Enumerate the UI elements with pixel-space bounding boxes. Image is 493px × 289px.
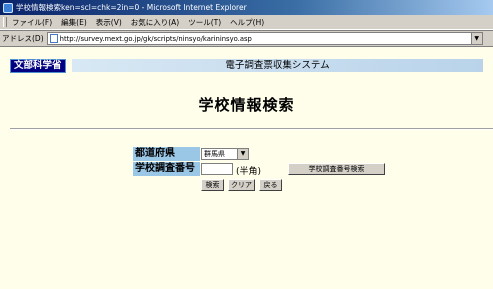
ie-app-icon — [3, 2, 13, 13]
prefecture-select[interactable]: 群馬県 ▼ — [201, 148, 249, 160]
prefecture-label: 都道府県 — [133, 147, 200, 161]
prefecture-selected-value: 群馬県 — [204, 150, 225, 158]
chevron-down-icon[interactable]: ▼ — [237, 149, 248, 159]
back-button[interactable]: 戻る — [259, 179, 282, 191]
page-title: 学校情報検索 — [198, 96, 295, 114]
address-input[interactable]: http://survey.mext.go.jp/gk/scripts/nins… — [46, 32, 483, 45]
menu-help[interactable]: ヘルプ(H) — [230, 17, 264, 28]
halfwidth-hint: (半角) — [236, 167, 262, 177]
school-code-label: 学校調査番号 — [133, 162, 200, 176]
clear-button[interactable]: クリア — [228, 179, 255, 191]
school-code-search-button[interactable]: 学校調査番号検索 — [288, 163, 385, 175]
browser-window: 学校情報検索ken=scl=chk=2in=0 - Microsoft Inte… — [0, 0, 493, 289]
page-icon — [49, 34, 58, 43]
ministry-logo: 文部科学省 — [10, 59, 66, 73]
toolbar-grip[interactable] — [3, 17, 7, 27]
address-url[interactable]: http://survey.mext.go.jp/gk/scripts/nins… — [60, 35, 252, 43]
address-label: アドレス(D) — [2, 34, 44, 43]
search-button[interactable]: 検索 — [201, 179, 224, 191]
divider — [10, 128, 493, 130]
menu-favorites[interactable]: お気に入り(A) — [131, 17, 179, 28]
system-name-bar: 電子調査票収集システム — [72, 59, 483, 72]
school-code-input[interactable] — [201, 163, 233, 175]
menu-edit[interactable]: 編集(E) — [61, 17, 87, 28]
menu-file[interactable]: ファイル(F) — [12, 17, 52, 28]
address-dropdown-icon[interactable]: ▼ — [470, 33, 482, 44]
menu-view[interactable]: 表示(V) — [96, 17, 122, 28]
window-title: 学校情報検索ken=scl=chk=2in=0 - Microsoft Inte… — [16, 3, 247, 12]
title-bar: 学校情報検索ken=scl=chk=2in=0 - Microsoft Inte… — [0, 0, 493, 15]
menu-bar: ファイル(F) 編集(E) 表示(V) お気に入り(A) ツール(T) ヘルプ(… — [0, 15, 493, 30]
menu-tools[interactable]: ツール(T) — [188, 17, 221, 28]
address-bar: アドレス(D) http://survey.mext.go.jp/gk/scri… — [0, 30, 493, 46]
page-content: 文部科学省 電子調査票収集システム 学校情報検索 都道府県 群馬県 ▼ 学校調査… — [0, 46, 493, 289]
